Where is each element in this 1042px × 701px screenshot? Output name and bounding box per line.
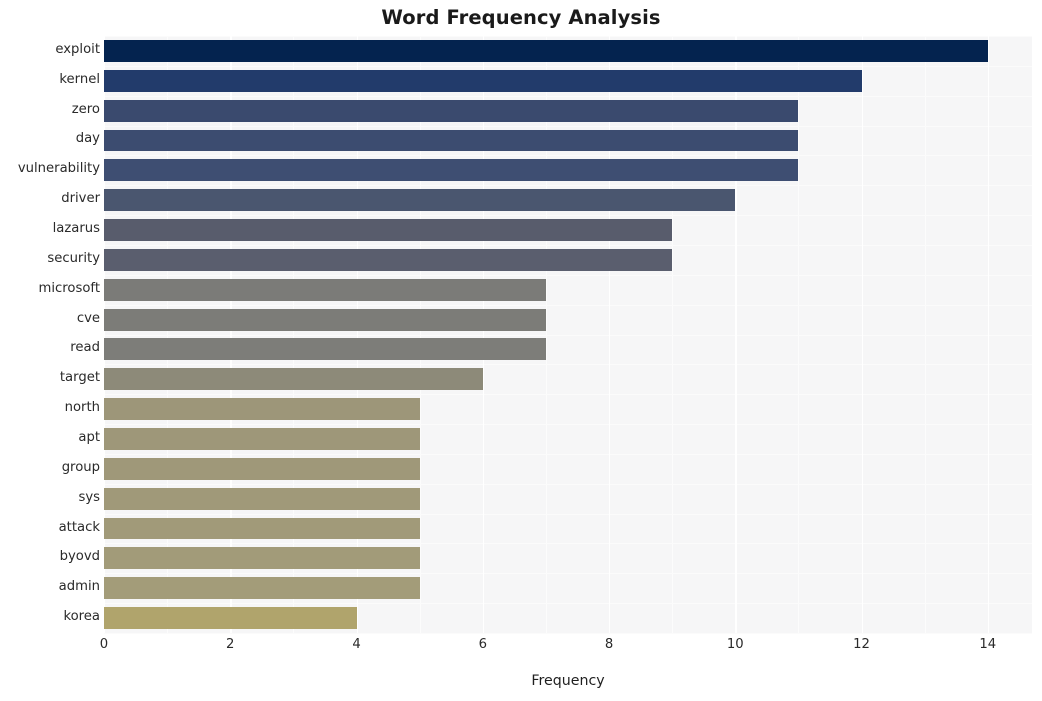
- y-tick-label: read: [70, 340, 100, 356]
- gridline-horizontal: [104, 65, 1032, 67]
- x-tick-label: 6: [478, 637, 487, 652]
- gridline-major: [609, 36, 611, 633]
- bar[interactable]: [104, 159, 799, 182]
- bar[interactable]: [104, 457, 420, 480]
- plot-area: [104, 36, 1032, 634]
- bar[interactable]: [104, 547, 420, 570]
- bar[interactable]: [104, 487, 420, 510]
- gridline-major: [482, 36, 485, 633]
- y-tick-label: vulnerability: [17, 161, 100, 177]
- gridline-major: [356, 36, 358, 633]
- gridline-horizontal: [104, 603, 1032, 605]
- y-tick-label: lazarus: [52, 221, 100, 237]
- gridline-horizontal: [104, 394, 1032, 396]
- gridline-horizontal: [104, 125, 1032, 127]
- y-tick-label: microsoft: [38, 280, 100, 296]
- y-tick-label: korea: [63, 609, 100, 625]
- gridline-horizontal: [104, 155, 1032, 157]
- page-title: Word Frequency Analysis: [381, 6, 661, 29]
- y-tick-label: target: [59, 370, 100, 386]
- x-tick-label: 12: [853, 637, 870, 652]
- gridline-horizontal: [104, 215, 1032, 217]
- gridline-major: [735, 36, 737, 633]
- y-tick-label: day: [75, 131, 100, 147]
- y-tick-label: apt: [78, 429, 100, 445]
- y-tick-label: driver: [61, 191, 100, 207]
- y-tick-label: byovd: [59, 549, 100, 565]
- y-tick-label: cve: [76, 310, 100, 326]
- x-tick-label: 0: [99, 637, 109, 652]
- bar[interactable]: [104, 219, 673, 241]
- x-axis-tick-labels: 0 2 4 6 8 10 12 14: [100, 633, 1032, 659]
- y-tick-label: security: [47, 250, 100, 266]
- gridline-horizontal: [104, 274, 1032, 276]
- y-tick-label: sys: [78, 489, 100, 505]
- x-tick-label: 2: [226, 637, 235, 652]
- gridline-horizontal: [104, 573, 1032, 575]
- bar[interactable]: [104, 338, 546, 361]
- bar[interactable]: [104, 517, 420, 540]
- x-tick-label: 10: [726, 637, 744, 652]
- x-axis-label: Frequency: [531, 673, 605, 689]
- bar[interactable]: [104, 69, 862, 92]
- gridline-horizontal: [104, 95, 1032, 97]
- bar[interactable]: [104, 428, 420, 450]
- gridline-major: [987, 36, 990, 633]
- gridline-horizontal: [104, 185, 1032, 187]
- y-tick-label: kernel: [59, 71, 100, 87]
- y-tick-label: north: [64, 400, 100, 416]
- gridline-horizontal: [104, 424, 1032, 426]
- bar[interactable]: [104, 189, 736, 212]
- gridline-horizontal: [104, 36, 1032, 37]
- bar[interactable]: [104, 39, 988, 62]
- gridline-major: [230, 36, 232, 633]
- y-tick-label: exploit: [55, 41, 100, 57]
- bar[interactable]: [104, 99, 799, 122]
- gridline-horizontal: [104, 453, 1032, 455]
- gridline-horizontal: [104, 334, 1032, 336]
- y-tick-label: attack: [58, 519, 100, 535]
- bar[interactable]: [104, 248, 673, 271]
- gridline-horizontal: [104, 543, 1032, 545]
- bar[interactable]: [104, 129, 799, 152]
- gridline-major: [861, 36, 863, 633]
- chart-figure: Word Frequency Analysis exploit kernel zer…: [0, 0, 1042, 701]
- y-tick-label: zero: [71, 101, 100, 117]
- y-tick-label: group: [61, 459, 100, 475]
- gridline-horizontal: [104, 483, 1032, 485]
- bar[interactable]: [104, 607, 357, 630]
- gridline-major: [104, 36, 106, 633]
- gridline-horizontal: [104, 304, 1032, 306]
- x-tick-label: 4: [352, 637, 361, 652]
- bar[interactable]: [104, 577, 420, 600]
- x-tick-label: 8: [604, 637, 614, 652]
- gridline-horizontal: [104, 513, 1032, 515]
- bar[interactable]: [104, 308, 546, 331]
- bar[interactable]: [104, 398, 420, 421]
- gridline-horizontal: [104, 244, 1032, 246]
- y-axis-tick-labels: exploit kernel zero day vulnerability driver l…: [0, 36, 100, 633]
- x-tick-label: 14: [979, 637, 997, 652]
- y-tick-label: admin: [58, 579, 100, 595]
- bar[interactable]: [104, 278, 546, 301]
- gridline-horizontal: [104, 364, 1032, 366]
- bar[interactable]: [104, 368, 483, 391]
